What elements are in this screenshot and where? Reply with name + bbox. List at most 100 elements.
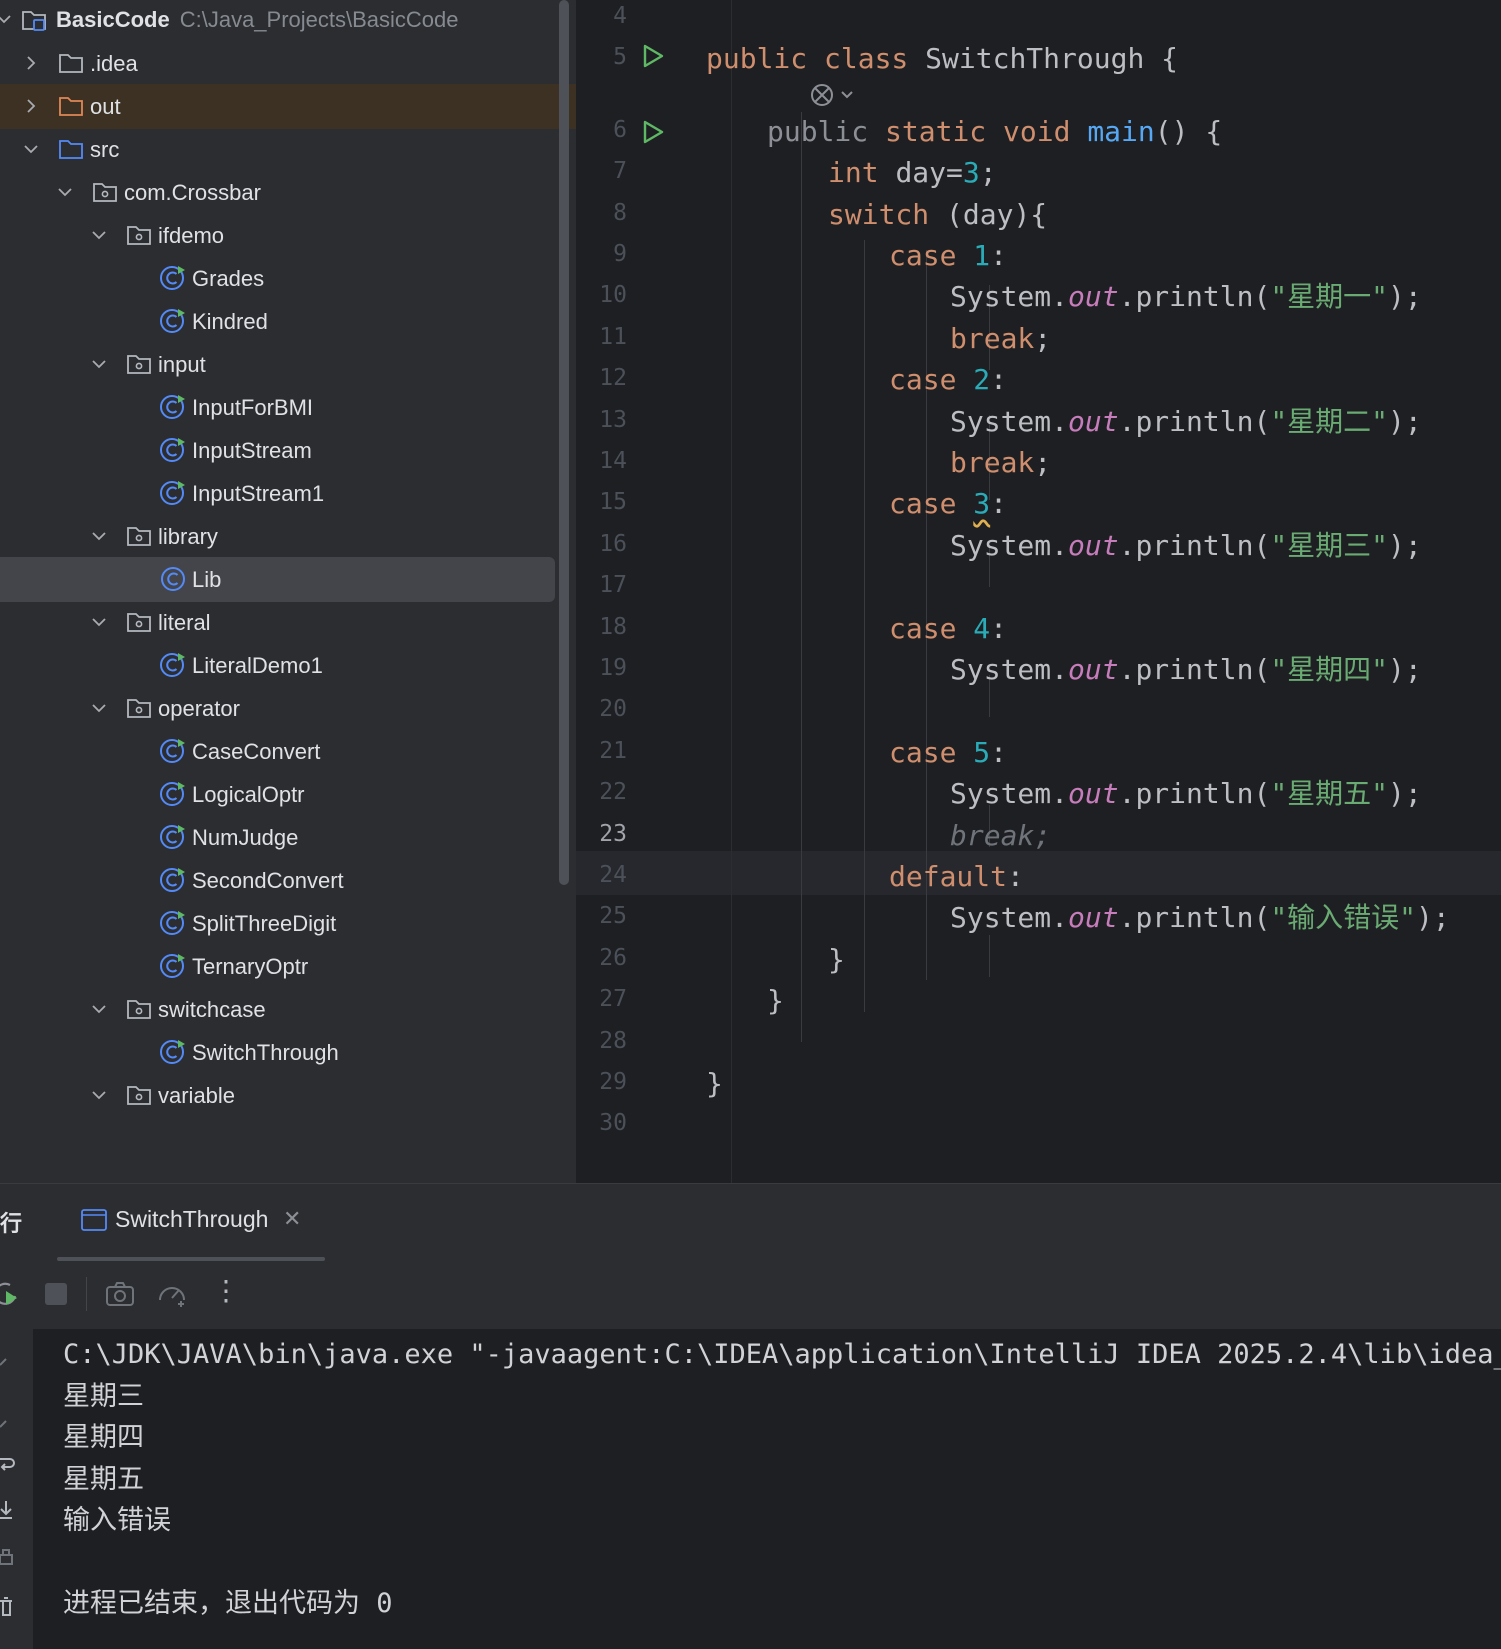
code-token: 4 — [973, 611, 991, 645]
tree-item[interactable]: InputForBMI — [0, 385, 555, 430]
tree-item[interactable]: Kindred — [0, 299, 555, 344]
code-line[interactable]: System.out.println("星期一"); — [950, 275, 1422, 319]
tree-item[interactable]: out — [0, 84, 576, 129]
code-line[interactable]: case 2: — [889, 358, 1007, 402]
code-line[interactable]: } — [767, 979, 784, 1023]
code-line[interactable]: System.out.println("输入错误"); — [950, 896, 1450, 940]
code-line[interactable]: case 4: — [889, 607, 1007, 651]
code-line[interactable]: System.out.println("星期三"); — [950, 524, 1422, 568]
rerun-icon[interactable] — [0, 1278, 22, 1310]
tree-item[interactable]: operator — [0, 686, 555, 731]
tree-item[interactable]: InputStream — [0, 428, 555, 473]
tree-item[interactable]: .idea — [0, 41, 555, 86]
line-number: 15 — [599, 489, 627, 516]
code-line[interactable]: System.out.println("星期五"); — [950, 772, 1422, 816]
run-class-icon[interactable] — [640, 43, 666, 69]
console-icon — [81, 1209, 107, 1236]
code-line[interactable]: switch (day){ — [828, 193, 1047, 237]
line-number: 22 — [599, 779, 627, 806]
tree-item[interactable]: Grades — [0, 256, 555, 301]
chevron-down-icon[interactable] — [23, 141, 39, 157]
trash-icon[interactable] — [0, 1597, 20, 1617]
code-line[interactable]: } — [706, 1062, 723, 1106]
tree-item[interactable]: Lib — [0, 557, 555, 602]
code-line[interactable]: case 3: — [889, 482, 1007, 526]
tree-item[interactable]: CaseConvert — [0, 729, 555, 774]
tree-item[interactable]: ifdemo — [0, 213, 555, 258]
chevron-right-icon[interactable] — [23, 55, 39, 71]
chevron-down-icon[interactable] — [91, 1087, 107, 1103]
code-line[interactable]: } — [828, 938, 845, 982]
code-token: out — [1068, 653, 1119, 686]
code-line[interactable]: System.out.println("星期四"); — [950, 648, 1422, 692]
code-token: static void — [885, 114, 1088, 148]
code-editor[interactable]: 4 5 6 7 8 9 10 11 12 13 14 15 16 17 18 19 20 21 22 23 24 25 26… — [576, 0, 1501, 1183]
camera-icon[interactable] — [104, 1278, 136, 1310]
code-line[interactable]: case 5: — [889, 731, 1007, 775]
chevron-down-icon[interactable] — [57, 184, 73, 200]
chevron-down-icon[interactable] — [91, 227, 107, 243]
tree-item[interactable]: variable — [0, 1073, 555, 1118]
tree-item[interactable]: library — [0, 514, 555, 559]
code-line[interactable]: public static void main() { — [767, 110, 1222, 154]
gauge-icon[interactable] — [156, 1278, 188, 1310]
tree-item[interactable]: NumJudge — [0, 815, 555, 860]
tree-item[interactable]: SplitThreeDigit — [0, 901, 555, 946]
chevron-down-icon[interactable] — [91, 700, 107, 716]
source-folder-icon — [57, 135, 85, 163]
tree-root[interactable]: BasicCode C:\Java_Projects\BasicCode — [0, 0, 555, 42]
tree-item[interactable]: SwitchThrough — [0, 1030, 555, 1075]
stop-icon[interactable] — [40, 1278, 72, 1310]
ai-assistant-icon[interactable] — [806, 78, 866, 112]
tree-scrollbar[interactable] — [559, 0, 569, 885]
console-output[interactable]: C:\JDK\JAVA\bin\java.exe "-javaagent:C:\… — [63, 1329, 1501, 1649]
code-token: : — [1007, 860, 1024, 893]
chevron-down-icon[interactable] — [91, 528, 107, 544]
close-icon[interactable]: ✕ — [283, 1206, 301, 1232]
chevron-down-icon[interactable] — [91, 356, 107, 372]
chevron-right-icon[interactable] — [23, 98, 39, 114]
chevron-down-icon[interactable] — [0, 11, 12, 27]
code-token: } — [828, 942, 845, 976]
tree-item-label: switchcase — [158, 996, 266, 1022]
code-token: out — [1068, 901, 1119, 935]
runnable-class-icon — [159, 1038, 187, 1066]
code-token: ); — [1416, 901, 1450, 935]
run-main-icon[interactable] — [640, 119, 666, 145]
tree-item[interactable]: switchcase — [0, 987, 555, 1032]
code-line[interactable]: break; — [950, 317, 1051, 361]
scroll-to-end-icon[interactable] — [0, 1501, 20, 1521]
tree-item[interactable]: LogicalOptr — [0, 772, 555, 817]
tree-item[interactable]: input — [0, 342, 555, 387]
code-line[interactable]: break; — [950, 441, 1051, 485]
tab-switchthrough[interactable]: SwitchThrough ✕ — [57, 1184, 325, 1261]
soft-wrap-icon[interactable] — [0, 1455, 20, 1475]
code-token: : — [990, 487, 1008, 521]
project-name: BasicCode — [56, 6, 170, 32]
code-line[interactable]: default: — [889, 855, 1024, 899]
indent-guide — [864, 240, 865, 1012]
tree-item[interactable]: com.Crossbar — [0, 170, 555, 215]
tree-item[interactable]: LiteralDemo1 — [0, 643, 555, 688]
package-icon — [125, 221, 153, 249]
scroll-down-icon[interactable] — [0, 1413, 20, 1433]
print-icon[interactable] — [0, 1549, 20, 1569]
code-token: out — [1068, 404, 1119, 438]
chevron-down-icon[interactable] — [91, 1001, 107, 1017]
code-line[interactable]: break; — [950, 814, 1051, 858]
tree-item[interactable]: src — [0, 127, 555, 172]
code-line[interactable]: int day=3; — [828, 151, 997, 195]
code-token: case — [889, 363, 974, 397]
tree-item[interactable]: TernaryOptr — [0, 944, 555, 989]
code-line[interactable]: case 1: — [889, 234, 1007, 278]
code-line[interactable]: System.out.println("星期二"); — [950, 400, 1422, 444]
more-options-icon[interactable]: ⋮ — [212, 1274, 240, 1306]
chevron-down-icon[interactable] — [91, 614, 107, 630]
scroll-up-icon[interactable] — [0, 1351, 20, 1371]
tree-item[interactable]: literal — [0, 600, 555, 645]
code-line[interactable]: public class SwitchThrough { — [706, 37, 1178, 81]
tree-item[interactable]: InputStream1 — [0, 471, 555, 516]
tree-item[interactable]: SecondConvert — [0, 858, 555, 903]
tree-item-label: TernaryOptr — [192, 953, 309, 979]
code-token: () { — [1154, 114, 1223, 148]
